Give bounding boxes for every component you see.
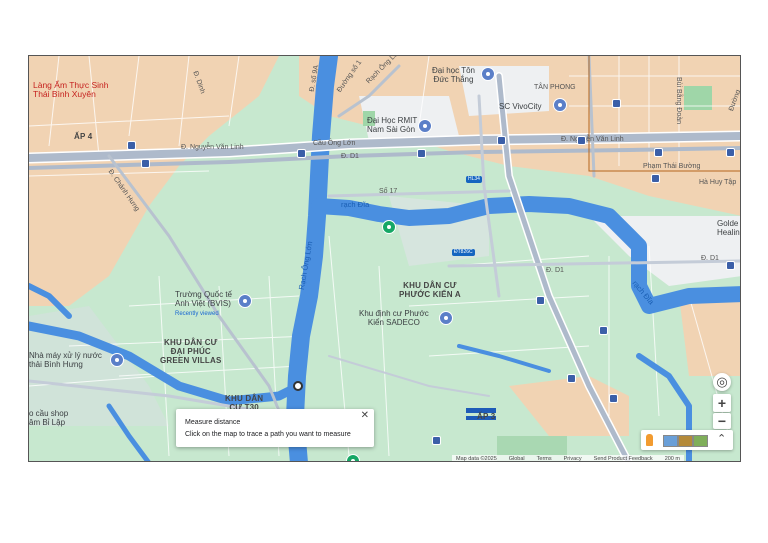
map-canvas[interactable]: Làng Ẩm Thực Sinh Thái Bình Xuyên ẤP 4 Đ.… [28, 55, 741, 462]
university-pin-icon[interactable] [418, 119, 432, 133]
place-cau-shop[interactable]: o cầu shop âm Bỉ Lập [29, 409, 68, 427]
place-kdc-dai-phuc: KHU DÂN CƯ ĐẠI PHÚC GREEN VILLAS [160, 338, 222, 365]
map-layer-icon[interactable] [663, 435, 678, 447]
bus-stop-icon[interactable] [567, 374, 576, 383]
popup-title: Measure distance [185, 419, 241, 426]
place-ap-3: ẤP 3 [477, 412, 496, 421]
road-so-17: Số 17 [379, 188, 398, 195]
park-pin-icon[interactable] [346, 454, 360, 461]
place-nha-may-xu-ly[interactable]: Nhà máy xử lý nước thải Bình Hưng [29, 351, 102, 369]
highway-hl34: HL34 [466, 176, 482, 183]
housing-pin-icon[interactable] [439, 311, 453, 325]
highway-dt826c: ĐT826C [452, 249, 475, 256]
bus-stop-icon[interactable] [141, 159, 150, 168]
attribution-bar: Map data ©2025 Global Terms Privacy Send… [452, 455, 684, 462]
bus-stop-icon[interactable] [432, 436, 441, 445]
bus-stop-icon[interactable] [417, 149, 426, 158]
global-link[interactable]: Global [509, 456, 525, 461]
place-pham-thai-buong: Phạm Thái Bường [643, 163, 701, 170]
measure-point-icon[interactable] [293, 381, 303, 391]
place-rmit[interactable]: Đại Học RMIT Nam Sài Gòn [367, 116, 417, 134]
bus-stop-icon[interactable] [651, 174, 660, 183]
place-dai-hoc-ton-duc-thang[interactable]: Đại học Tôn Đức Thắng [432, 66, 475, 84]
facility-pin-icon[interactable] [110, 353, 124, 367]
road-bui-bang-doan: Bùi Bằng Đoàn [675, 76, 683, 125]
place-khu-dinh-cu-sadeco[interactable]: Khu định cư Phước Kiển SADECO [359, 309, 429, 327]
bus-stop-icon[interactable] [612, 99, 621, 108]
river-rach-dia: rạch Đĩa [341, 200, 370, 209]
zoom-out-button[interactable]: − [713, 413, 731, 429]
place-vivocity[interactable]: SC VivoCity [499, 102, 542, 111]
popup-description: Click on the map to trace a path you wan… [185, 431, 351, 438]
place-tan-phong: TÂN PHONG [534, 84, 576, 91]
bus-stop-icon[interactable] [536, 296, 545, 305]
bus-stop-icon[interactable] [599, 326, 608, 335]
bus-stop-icon[interactable] [127, 141, 136, 150]
place-kdc-phuoc-kien: KHU DÂN CƯ PHƯỚC KIỂN A [399, 281, 461, 299]
expand-icon[interactable]: ⌃ [717, 432, 726, 445]
road-d-d1-top: Đ. D1 [341, 153, 359, 160]
place-golden-healing[interactable]: GoldeHealing S [717, 219, 740, 237]
layers-bar: ⌃ [641, 430, 733, 450]
bus-stop-icon[interactable] [577, 136, 586, 145]
pegman-icon[interactable] [646, 434, 653, 446]
place-bvis[interactable]: Trường Quốc tế Anh Việt (BVIS) Recently vi… [175, 290, 232, 319]
terms-link[interactable]: Terms [537, 456, 552, 461]
my-location-button[interactable]: ◎ [713, 373, 731, 391]
place-ha-huy-tap: Hà Huy Tập [699, 179, 737, 186]
bus-stop-icon[interactable] [609, 394, 618, 403]
map-data-text: Map data ©2025 [456, 456, 497, 462]
road-nguyen-van-linh-left: Đ. Nguyễn Văn Linh [181, 144, 244, 151]
road-d-d1-right2: Đ. D1 [701, 255, 719, 262]
place-ap-4: ẤP 4 [74, 132, 93, 141]
place-lang-am-thuc[interactable]: Làng Ẩm Thực Sinh Thái Bình Xuyên [33, 81, 108, 99]
park-pin-icon[interactable] [382, 220, 396, 234]
close-icon[interactable]: ✕ [361, 410, 369, 421]
bus-stop-icon[interactable] [726, 148, 735, 157]
bus-stop-icon[interactable] [726, 261, 735, 270]
bus-stop-icon[interactable] [497, 136, 506, 145]
privacy-link[interactable]: Privacy [564, 456, 582, 461]
road-d-d1-right: Đ. D1 [546, 267, 564, 274]
satellite-layer-icon[interactable] [693, 435, 708, 447]
shopping-pin-icon[interactable] [553, 98, 567, 112]
measure-distance-popup: Measure distance Click on the map to tra… [176, 409, 374, 447]
road-cau-ong-lon: Cầu Ông Lớn [313, 140, 356, 147]
bus-stop-icon[interactable] [297, 149, 306, 158]
scale-label[interactable]: 200 m [665, 456, 680, 461]
zoom-in-button[interactable]: + [713, 394, 731, 412]
school-pin-icon[interactable] [238, 294, 252, 308]
terrain-layer-icon[interactable] [678, 435, 693, 447]
university-pin-icon[interactable] [481, 67, 495, 81]
road-nguyen-van-linh-right: Đ. Nguyễn Văn Linh [561, 136, 624, 143]
bus-stop-icon[interactable] [654, 148, 663, 157]
feedback-link[interactable]: Send Product Feedback [594, 456, 653, 461]
